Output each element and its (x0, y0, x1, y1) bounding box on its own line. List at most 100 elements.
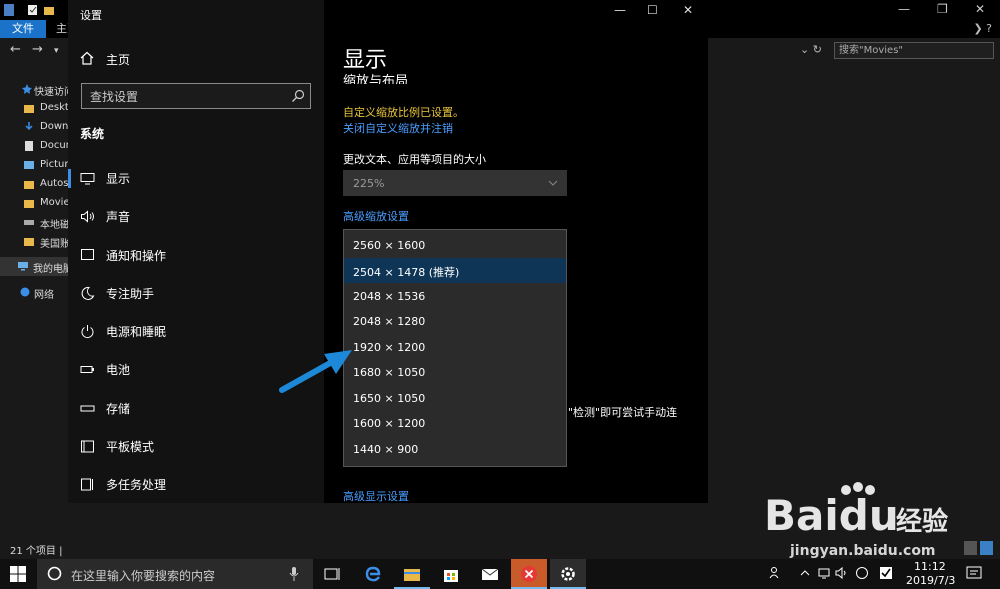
resolution-option[interactable]: 2560 × 1600 (344, 233, 566, 258)
nav-item-tablet-mode[interactable]: 平板模式 (80, 436, 310, 458)
nav-item-sound[interactable]: 声音 (80, 206, 310, 228)
settings-maximize-button[interactable]: ☐ (647, 3, 658, 17)
back-arrow-icon[interactable]: ← (10, 42, 21, 57)
nav-network[interactable]: 网络 (0, 283, 70, 302)
home-icon (80, 51, 94, 65)
taskbar-app-file-explorer[interactable] (394, 559, 430, 589)
settings-nav-pane: 设置 主页 查找设置 系统 显示 声音 通知和操作 专注助手 电源和睡眠 电池 … (68, 0, 324, 503)
folder-icon (24, 238, 34, 246)
clock-time[interactable]: 11:12 (914, 560, 946, 573)
taskbar-search-box[interactable]: 在这里输入你要搜索的内容 (37, 559, 313, 589)
taskbar-app-mail[interactable] (472, 559, 508, 589)
taskbar-app-settings[interactable] (550, 559, 586, 589)
nav-quick-access[interactable]: 快速访问 (0, 80, 70, 99)
windows-start-icon[interactable] (10, 566, 26, 582)
resolution-option[interactable]: 2048 × 1280 (344, 309, 566, 334)
settings-gear-icon (561, 567, 575, 581)
ribbon-tab-file[interactable]: 文件 (0, 20, 46, 38)
properties-icon[interactable] (28, 4, 38, 16)
nav-selection-indicator (68, 169, 71, 188)
red-close-app-icon (521, 566, 537, 582)
resolution-option[interactable]: 1920 × 1200 (344, 335, 566, 360)
resolution-option-selected[interactable]: 2504 × 1478 (推荐) (344, 258, 566, 283)
action-center-icon[interactable] (966, 565, 982, 581)
explorer-app-icon (4, 4, 14, 16)
baidu-jingyan-watermark-logo: Baidu 经验 (764, 482, 948, 540)
recent-chevron-icon[interactable]: ▾ (54, 46, 59, 56)
nav-item-display[interactable]: 显示 (80, 168, 310, 190)
nav-documents[interactable]: Documents (0, 137, 70, 156)
resolution-option[interactable]: 1600 × 1200 (344, 411, 566, 436)
resolution-option[interactable]: 1650 × 1050 (344, 386, 566, 411)
network-icon (20, 287, 30, 297)
explorer-search-input[interactable]: 搜索"Movies" (834, 42, 994, 59)
nav-local-disk[interactable]: 本地磁盘 (0, 213, 70, 232)
advanced-display-settings-link[interactable]: 高级显示设置 (343, 488, 409, 504)
text-size-label: 更改文本、应用等项目的大小 (343, 153, 486, 166)
taskbar-app-edge[interactable] (355, 559, 391, 589)
download-arrow-icon (25, 122, 33, 131)
annotation-arrow-icon (279, 350, 352, 393)
storage-drive-icon (80, 405, 95, 412)
security-check-icon[interactable] (879, 566, 893, 580)
taskbar-app-store[interactable] (433, 559, 469, 589)
nav-desktop[interactable]: Desktop (0, 99, 70, 118)
chevron-down-icon (548, 180, 558, 186)
clock-date[interactable]: 2019/7/3 (906, 574, 955, 587)
star-icon (22, 84, 32, 94)
explorer-restore-button[interactable]: ❐ (937, 2, 948, 16)
edge-browser-icon (365, 566, 381, 582)
search-icon[interactable] (291, 89, 305, 103)
taskbar-app-red[interactable] (511, 559, 547, 589)
chevron-up-icon[interactable] (800, 568, 810, 578)
nav-item-multitasking[interactable]: 多任务处理 (80, 474, 310, 496)
nav-this-pc[interactable]: 我的电脑 (0, 257, 70, 276)
explorer-minimize-button[interactable]: — (898, 2, 910, 16)
nav-item-power-sleep[interactable]: 电源和睡眠 (80, 321, 310, 343)
scale-dropdown[interactable]: 225% (343, 170, 567, 196)
scale-value: 225% (353, 177, 385, 190)
folder-icon (24, 105, 34, 113)
nav-downloads[interactable]: Downloads (0, 118, 70, 137)
volume-icon[interactable] (835, 566, 849, 580)
cortana-icon (47, 566, 62, 581)
custom-scale-warning: 自定义缩放比例已设置。 (343, 106, 464, 119)
task-view-button[interactable] (314, 559, 350, 589)
resolution-dropdown-list: 2560 × 1600 2504 × 1478 (推荐) 2048 × 1536… (343, 229, 567, 467)
nav-autos[interactable]: Autos (0, 175, 70, 194)
folder-icon (24, 200, 34, 208)
resolution-option[interactable]: 1680 × 1050 (344, 360, 566, 385)
nav-item-storage[interactable]: 存储 (80, 398, 310, 420)
network-status-icon[interactable] (817, 566, 831, 580)
task-view-icon (324, 568, 340, 580)
turn-off-custom-scaling-link[interactable]: 关闭自定义缩放并注销 (343, 120, 453, 136)
item-count: 21 个项目 | (10, 546, 63, 557)
file-explorer-icon (404, 569, 420, 581)
find-setting-input[interactable]: 查找设置 (81, 83, 311, 109)
power-icon (81, 325, 94, 339)
advanced-scaling-link[interactable]: 高级缩放设置 (343, 208, 409, 224)
nav-pictures[interactable]: Pictures (0, 156, 70, 175)
nav-account-folder[interactable]: 美国账 (0, 232, 70, 251)
drive-icon (24, 220, 34, 225)
nav-item-notifications[interactable]: 通知和操作 (80, 245, 310, 267)
explorer-close-button[interactable]: ✕ (975, 2, 985, 16)
people-icon[interactable] (769, 566, 783, 580)
help-chevron-icon[interactable]: ❯ ? (973, 20, 992, 38)
refresh-icon[interactable]: ⌄ ↻ (800, 43, 822, 56)
large-icons-view-icon[interactable] (980, 541, 993, 555)
ime-icon[interactable] (855, 566, 869, 580)
settings-minimize-button[interactable]: — (614, 3, 626, 17)
forward-arrow-icon[interactable]: → (32, 42, 43, 57)
mail-envelope-icon (481, 568, 499, 580)
nav-item-focus-assist[interactable]: 专注助手 (80, 283, 310, 305)
new-folder-icon[interactable] (44, 4, 54, 16)
microphone-icon[interactable] (289, 567, 299, 581)
settings-close-button[interactable]: ✕ (683, 3, 693, 17)
nav-section-system: 系统 (80, 127, 105, 141)
resolution-option[interactable]: 1440 × 900 (344, 437, 566, 462)
pictures-icon (24, 161, 34, 169)
details-view-icon[interactable] (964, 541, 977, 555)
nav-movies[interactable]: Movies (0, 194, 70, 213)
resolution-option[interactable]: 2048 × 1536 (344, 284, 566, 309)
